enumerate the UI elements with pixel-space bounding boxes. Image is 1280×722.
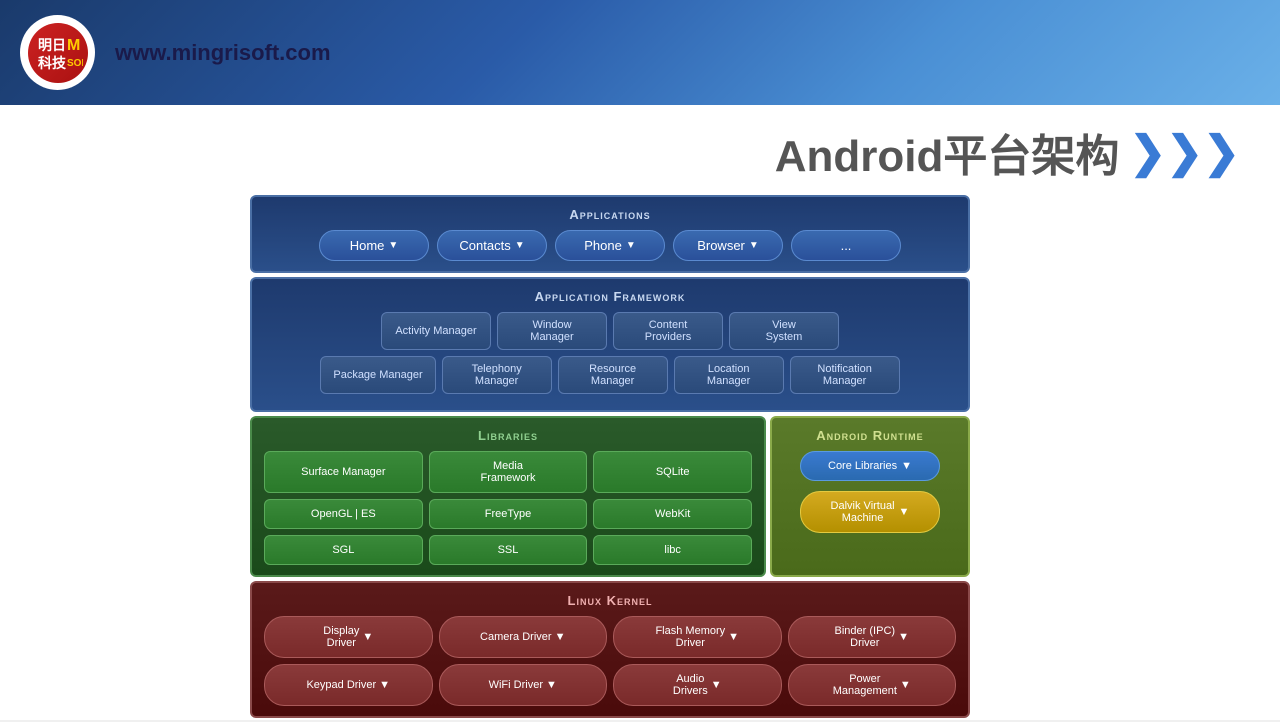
fw-resource-manager[interactable]: ResourceManager: [558, 356, 668, 394]
fw-notification-manager[interactable]: NotificationManager: [790, 356, 900, 394]
fw-content-providers[interactable]: ContentProviders: [613, 312, 723, 350]
kernel-row1: DisplayDriver ▼ Camera Driver ▼ Flash Me…: [264, 616, 956, 658]
kernel-wifi-driver[interactable]: WiFi Driver ▼: [439, 664, 608, 706]
kernel-row2: Keypad Driver ▼ WiFi Driver ▼ AudioDrive…: [264, 664, 956, 706]
core-libraries-button[interactable]: Core Libraries ▼: [800, 451, 940, 481]
lib-surface-manager[interactable]: Surface Manager: [264, 451, 423, 493]
lib-ssl[interactable]: SSL: [429, 535, 588, 565]
svg-text:明日: 明日: [38, 37, 66, 53]
kernel-title: Linux Kernel: [264, 593, 956, 608]
logo: 明日 科技 M SOFT: [20, 15, 95, 90]
kernel-binder-driver[interactable]: Binder (IPC)Driver ▼: [788, 616, 957, 658]
svg-text:M: M: [67, 37, 80, 54]
app-buttons-row: Home ▼ Contacts ▼ Phone ▼ Browser ▼ ...: [264, 230, 956, 261]
kernel-display-driver[interactable]: DisplayDriver ▼: [264, 616, 433, 658]
app-phone-button[interactable]: Phone ▼: [555, 230, 665, 261]
content: Android平台架构 ❯❯❯ Applications Home ▼ Cont…: [0, 105, 1280, 720]
libraries-title: Libraries: [264, 428, 752, 443]
middle-section: Libraries Surface Manager MediaFramework…: [250, 416, 970, 581]
runtime-buttons: Core Libraries ▼ Dalvik VirtualMachine ▼: [784, 451, 956, 533]
page-title-text: Android平台架构: [775, 120, 1120, 184]
fw-window-manager[interactable]: WindowManager: [497, 312, 607, 350]
kernel-keypad-driver[interactable]: Keypad Driver ▼: [264, 664, 433, 706]
app-browser-button[interactable]: Browser ▼: [673, 230, 783, 261]
header-url: www.mingrisoft.com: [115, 40, 331, 66]
libraries-grid: Surface Manager MediaFramework SQLite Op…: [264, 451, 752, 565]
kernel-audio-drivers[interactable]: AudioDrivers ▼: [613, 664, 782, 706]
title-arrows: ❯❯❯: [1129, 127, 1240, 178]
lib-sqlite[interactable]: SQLite: [593, 451, 752, 493]
arch-diagram: Applications Home ▼ Contacts ▼ Phone ▼ B…: [250, 195, 970, 722]
fw-package-manager[interactable]: Package Manager: [320, 356, 435, 394]
app-home-button[interactable]: Home ▼: [319, 230, 429, 261]
lib-opengl[interactable]: OpenGL | ES: [264, 499, 423, 529]
kernel-flash-memory-driver[interactable]: Flash MemoryDriver ▼: [613, 616, 782, 658]
lib-libc[interactable]: libc: [593, 535, 752, 565]
lib-sgl[interactable]: SGL: [264, 535, 423, 565]
dalvik-vm-button[interactable]: Dalvik VirtualMachine ▼: [800, 491, 940, 533]
lib-media-framework[interactable]: MediaFramework: [429, 451, 588, 493]
fw-activity-manager[interactable]: Activity Manager: [381, 312, 491, 350]
page-title: Android平台架构 ❯❯❯: [775, 120, 1240, 184]
applications-section: Applications Home ▼ Contacts ▼ Phone ▼ B…: [250, 195, 970, 273]
fw-location-manager[interactable]: LocationManager: [674, 356, 784, 394]
runtime-section: Android Runtime Core Libraries ▼ Dalvik …: [770, 416, 970, 577]
app-more-button[interactable]: ...: [791, 230, 901, 261]
runtime-title: Android Runtime: [784, 428, 956, 443]
fw-view-system[interactable]: ViewSystem: [729, 312, 839, 350]
kernel-power-management[interactable]: PowerManagement ▼: [788, 664, 957, 706]
kernel-camera-driver[interactable]: Camera Driver ▼: [439, 616, 608, 658]
applications-title: Applications: [264, 207, 956, 222]
header: 明日 科技 M SOFT www.mingrisoft.com: [0, 0, 1280, 105]
logo-inner: 明日 科技 M SOFT: [28, 23, 88, 83]
svg-text:科技: 科技: [38, 55, 67, 71]
framework-section: Application Framework Activity Manager W…: [250, 277, 970, 412]
fw-telephony-manager[interactable]: TelephonyManager: [442, 356, 552, 394]
libraries-section: Libraries Surface Manager MediaFramework…: [250, 416, 766, 577]
framework-row1: Activity Manager WindowManager ContentPr…: [264, 312, 956, 350]
app-contacts-button[interactable]: Contacts ▼: [437, 230, 547, 261]
framework-row2: Package Manager TelephonyManager Resourc…: [264, 356, 956, 394]
svg-text:SOFT: SOFT: [67, 58, 83, 69]
lib-webkit[interactable]: WebKit: [593, 499, 752, 529]
kernel-section: Linux Kernel DisplayDriver ▼ Camera Driv…: [250, 581, 970, 718]
framework-title: Application Framework: [264, 289, 956, 304]
lib-freetype[interactable]: FreeType: [429, 499, 588, 529]
